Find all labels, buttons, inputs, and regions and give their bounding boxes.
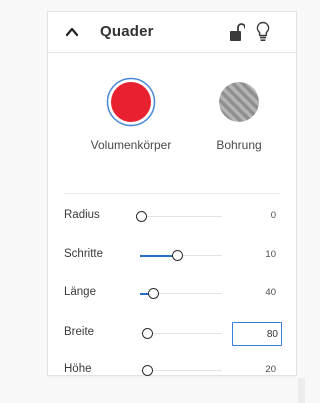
scrollbar[interactable] [298, 378, 305, 403]
mode-volumenkoerper[interactable]: Volumenkörper [76, 76, 186, 152]
schritte-slider[interactable] [140, 250, 222, 261]
panel-title: Quader [100, 23, 154, 40]
radius-slider-thumb[interactable] [136, 211, 147, 222]
hatched-hole-circle-icon [213, 76, 265, 128]
solid-red-circle-icon [105, 76, 157, 128]
unlocked-icon[interactable] [229, 22, 246, 42]
chevron-up-icon[interactable] [64, 24, 80, 40]
param-value: 40 [265, 287, 276, 298]
param-label: Radius [64, 209, 100, 221]
mode-volumenkoerper-label: Volumenkörper [90, 138, 172, 152]
schritte-slider-fill [140, 254, 176, 257]
param-value: 0 [270, 210, 276, 221]
param-row-schritte: Schritte 10 [48, 244, 296, 268]
param-label: Breite [64, 326, 95, 338]
section-divider [64, 193, 280, 194]
param-row-breite: Breite [48, 322, 296, 346]
schritte-slider-thumb[interactable] [172, 250, 183, 261]
mode-bohrung-label: Bohrung [216, 138, 262, 152]
param-label: Länge [64, 286, 96, 298]
param-row-radius: Radius 0 [48, 205, 296, 229]
breite-value-input[interactable] [232, 322, 282, 346]
hoehe-slider[interactable] [140, 365, 222, 376]
param-label: Höhe [64, 363, 92, 375]
mode-bohrung[interactable]: Bohrung [184, 76, 294, 152]
breite-slider[interactable] [140, 328, 222, 339]
laenge-slider[interactable] [140, 288, 222, 299]
radius-slider[interactable] [136, 211, 222, 222]
hoehe-slider-thumb[interactable] [142, 365, 153, 376]
laenge-slider-thumb[interactable] [148, 288, 159, 299]
param-row-laenge: Länge 40 [48, 282, 296, 306]
breite-slider-thumb[interactable] [142, 328, 153, 339]
param-label: Schritte [64, 248, 103, 260]
panel-header: Quader [48, 12, 296, 53]
param-value: 20 [265, 364, 276, 375]
lightbulb-icon[interactable] [256, 21, 270, 43]
param-value: 10 [265, 249, 276, 260]
param-row-hoehe: Höhe 20 [48, 359, 296, 383]
quader-panel: Quader Volumenkörper Bohrung Radius 0 Sc… [48, 12, 296, 376]
